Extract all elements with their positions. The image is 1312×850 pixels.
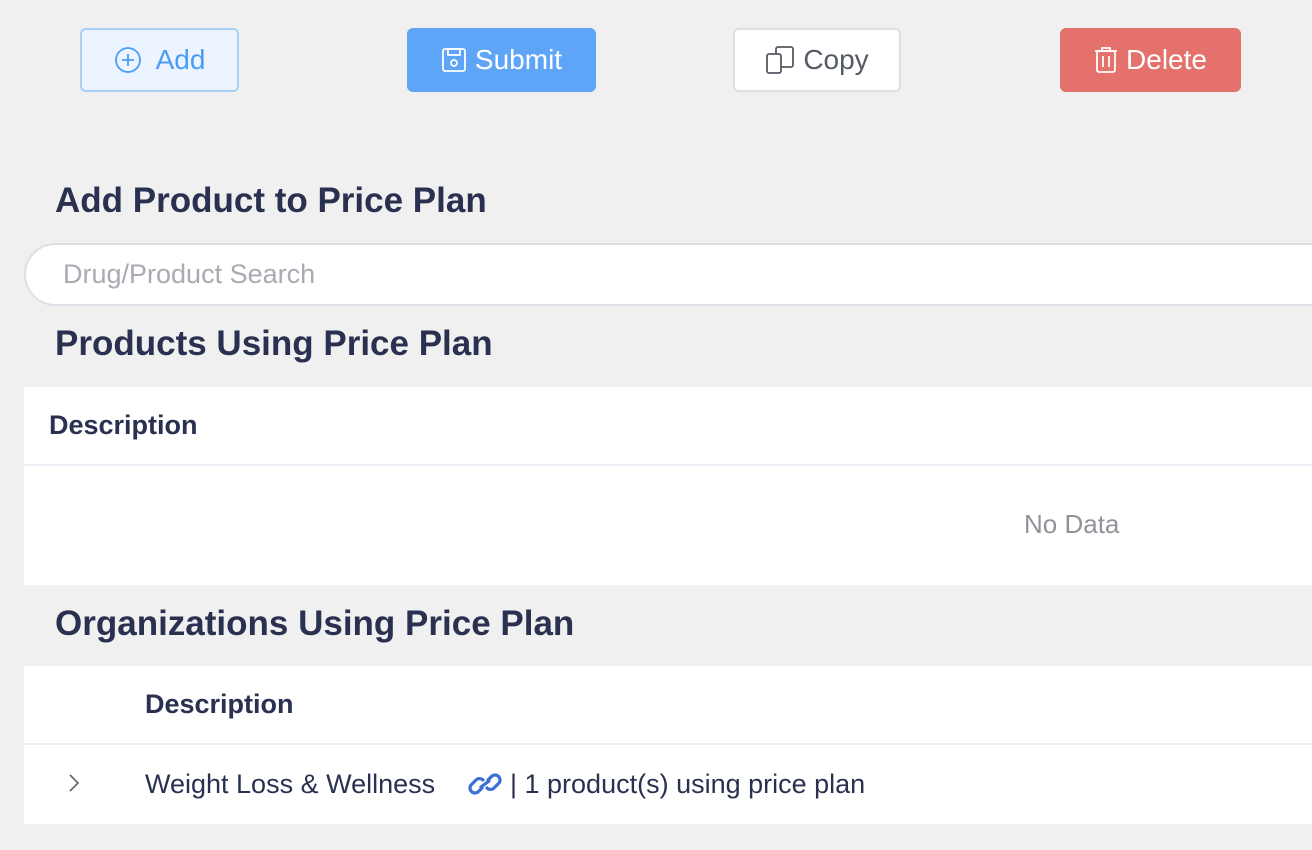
organizations-table-header: Description bbox=[24, 666, 1312, 745]
add-product-heading: Add Product to Price Plan bbox=[55, 181, 487, 220]
no-data-text: No Data bbox=[1024, 509, 1120, 539]
delete-button[interactable]: Delete bbox=[1060, 28, 1241, 92]
table-row: Weight Loss & Wellness | 1 product(s) us… bbox=[24, 745, 1312, 824]
copy-button-label: Copy bbox=[803, 44, 869, 75]
products-table-header: Description bbox=[24, 387, 1312, 466]
plus-circle-icon bbox=[114, 46, 142, 74]
save-icon bbox=[441, 47, 467, 73]
products-heading: Products Using Price Plan bbox=[55, 324, 493, 363]
copy-icon bbox=[765, 45, 795, 75]
price-plan-page: Add Submit Copy Delete Add Product to Pr… bbox=[0, 0, 1312, 850]
organization-name: Weight Loss & Wellness bbox=[145, 769, 436, 799]
product-search-input[interactable] bbox=[24, 243, 1312, 306]
submit-button-label: Submit bbox=[474, 44, 563, 75]
organization-product-count: | 1 product(s) using price plan bbox=[510, 769, 866, 799]
column-description: Description bbox=[145, 689, 294, 719]
products-table: Description No Data bbox=[24, 387, 1312, 585]
trash-icon bbox=[1094, 46, 1118, 74]
chevron-right-icon[interactable] bbox=[62, 771, 86, 795]
add-button-label: Add bbox=[155, 44, 206, 75]
delete-button-label: Delete bbox=[1126, 44, 1207, 75]
submit-button[interactable]: Submit bbox=[407, 28, 596, 92]
link-icon[interactable] bbox=[468, 771, 502, 802]
organizations-table: Description Weight Loss & Wellness | 1 p… bbox=[24, 666, 1312, 824]
organizations-heading: Organizations Using Price Plan bbox=[55, 604, 575, 643]
products-empty-state: No Data bbox=[24, 466, 1312, 583]
copy-button[interactable]: Copy bbox=[733, 28, 901, 92]
add-button[interactable]: Add bbox=[80, 28, 239, 92]
column-description: Description bbox=[49, 410, 198, 440]
